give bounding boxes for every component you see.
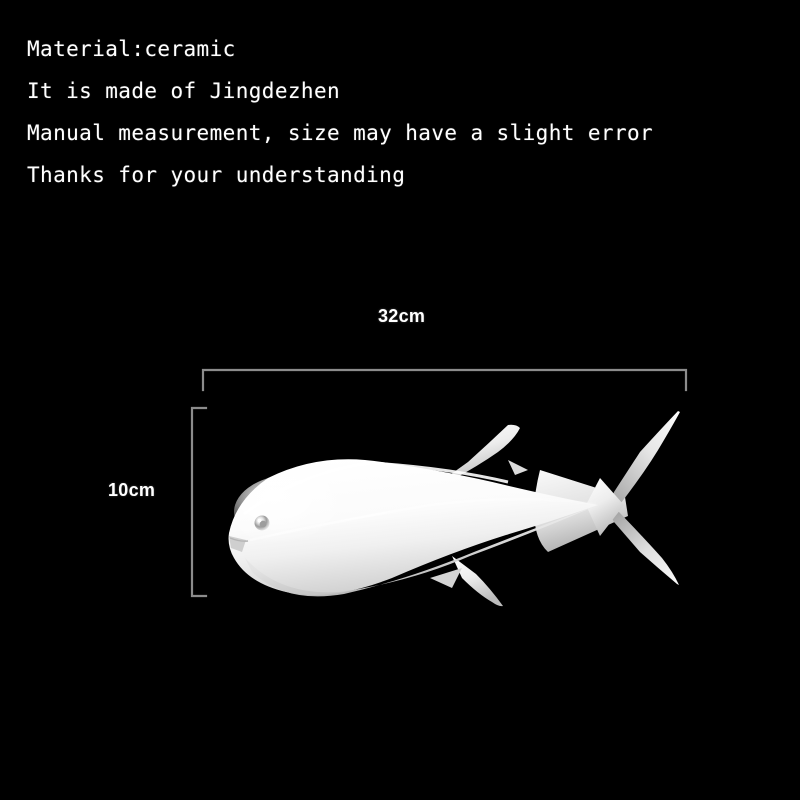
- fish-pelvic-fin: [430, 568, 462, 588]
- fish-anal-fin: [452, 556, 503, 607]
- ceramic-fish-figurine: [228, 411, 680, 607]
- height-dimension-label: 10cm: [108, 480, 156, 500]
- fish-dorsal-fin: [440, 424, 520, 482]
- fish-tail-upper-lobe: [609, 411, 680, 508]
- product-spec-image: Material:ceramic It is made of Jingdezhe…: [0, 0, 800, 800]
- fish-tail-lower-lobe: [606, 508, 679, 585]
- fish-eye-highlight: [257, 518, 262, 523]
- fish-head-highlight: [234, 474, 358, 550]
- fish-dorsal-fin-rear-notch: [508, 460, 528, 475]
- width-dimension-label: 32cm: [378, 306, 426, 326]
